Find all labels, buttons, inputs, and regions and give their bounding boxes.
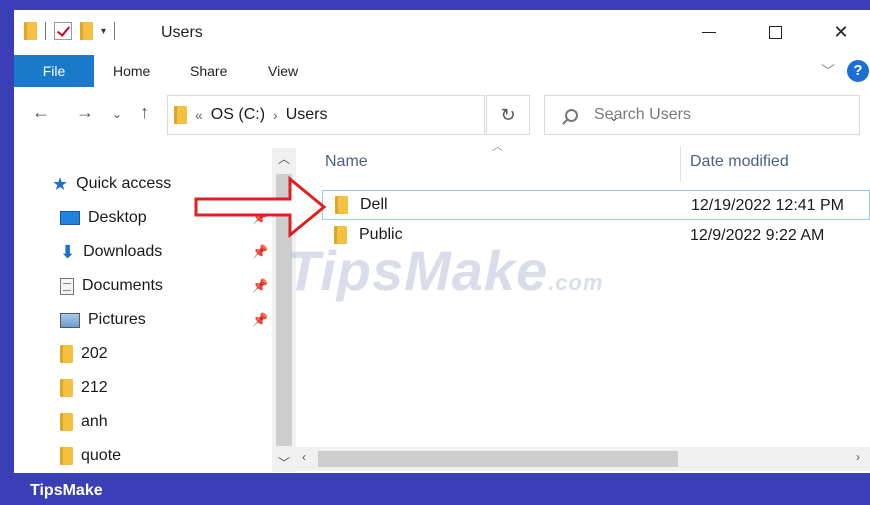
file-date: 12/9/2022 9:22 AM <box>690 227 825 244</box>
document-icon <box>60 277 74 295</box>
folder-icon <box>60 379 73 397</box>
breadcrumb-folder[interactable]: Users <box>286 106 328 124</box>
scrollbar-thumb[interactable] <box>318 451 678 467</box>
watermark: TipsMake.com <box>286 238 604 303</box>
recent-locations-icon[interactable]: ⌄ <box>112 107 122 121</box>
chevron-right-icon[interactable]: › <box>273 107 278 123</box>
sidebar-item-label: Quick access <box>76 175 172 192</box>
search-placeholder: Search Users <box>594 106 691 123</box>
search-input[interactable]: Search Users <box>544 95 860 135</box>
divider <box>45 22 46 40</box>
sidebar-item-label: 212 <box>81 379 108 396</box>
new-folder-icon[interactable] <box>80 22 93 40</box>
tab-home[interactable]: Home <box>113 55 150 87</box>
help-icon[interactable]: ? <box>847 60 869 82</box>
watermark-suffix: .com <box>548 270 604 295</box>
breadcrumb-overflow[interactable]: « <box>195 107 203 123</box>
sidebar-item-documents[interactable]: Documents <box>60 274 163 298</box>
scroll-up-icon[interactable]: ︿ <box>272 150 296 167</box>
sidebar-item-downloads[interactable]: ⬇ Downloads <box>60 240 162 264</box>
footer-brand: TipsMake <box>30 482 103 499</box>
refresh-icon: ↻ <box>500 104 516 125</box>
back-button[interactable]: ← <box>32 102 50 123</box>
minimize-button[interactable] <box>686 18 732 46</box>
folder-icon <box>24 22 37 40</box>
file-row-dell[interactable]: Dell 12/19/2022 12:41 PM <box>322 190 870 220</box>
sidebar-item-label: Documents <box>82 277 163 294</box>
title-bar: ▾ Users ✕ <box>14 10 870 55</box>
divider <box>114 22 116 40</box>
sort-ascending-icon: ︿ <box>492 141 503 153</box>
pin-icon[interactable]: 📌 <box>252 278 268 294</box>
sidebar-item-label: Pictures <box>88 311 146 328</box>
annotation-arrow-icon <box>194 175 327 239</box>
desktop-icon <box>60 211 80 225</box>
folder-icon <box>174 106 187 124</box>
sidebar-item-label: anh <box>81 413 108 430</box>
maximize-button[interactable] <box>752 18 798 46</box>
sidebar-item-pictures[interactable]: Pictures <box>60 308 146 332</box>
navigation-bar: ← → ⌄ ↑ « OS (C:) › Users ⌄ ↻ Search Use… <box>14 90 870 138</box>
minimize-icon <box>702 31 716 33</box>
column-header-date-modified[interactable]: Date modified <box>690 153 789 171</box>
sidebar-item-label: Desktop <box>88 209 147 226</box>
file-date: 12/19/2022 12:41 PM <box>691 197 845 214</box>
scroll-left-icon[interactable]: ‹ <box>302 450 306 464</box>
up-button[interactable]: ↑ <box>140 102 149 123</box>
sidebar-item-anh[interactable]: anh <box>60 410 108 434</box>
folder-icon <box>335 196 348 214</box>
explorer-window: ▾ Users ✕ File Home Share View ﹀ ? ← → ⌄… <box>14 10 870 473</box>
star-icon: ★ <box>52 173 69 194</box>
close-button[interactable]: ✕ <box>818 18 864 46</box>
refresh-button[interactable]: ↻ <box>486 95 530 135</box>
sidebar-item-212[interactable]: 212 <box>60 376 108 400</box>
quick-access-toolbar: ▾ <box>24 22 116 40</box>
forward-button[interactable]: → <box>76 102 94 123</box>
sidebar-item-202[interactable]: 202 <box>60 342 108 366</box>
search-icon <box>565 108 578 122</box>
column-divider[interactable] <box>680 146 681 182</box>
pictures-icon <box>60 312 80 328</box>
sidebar-item-quote[interactable]: quote <box>60 444 121 468</box>
scroll-down-icon[interactable]: ﹀ <box>272 454 296 471</box>
file-name: Dell <box>360 196 388 213</box>
expand-ribbon-icon[interactable]: ﹀ <box>821 61 835 81</box>
folder-icon <box>60 447 73 465</box>
sidebar-item-desktop[interactable]: Desktop <box>60 206 147 230</box>
folder-icon <box>60 345 73 363</box>
folder-icon <box>60 413 73 431</box>
window-title: Users <box>161 24 203 41</box>
properties-icon[interactable] <box>54 22 72 40</box>
scroll-right-icon[interactable]: › <box>856 450 860 464</box>
file-name-cell: Dell <box>335 196 388 214</box>
tab-share[interactable]: Share <box>190 55 227 87</box>
close-icon: ✕ <box>833 21 849 42</box>
tab-view[interactable]: View <box>268 55 298 87</box>
download-icon: ⬇ <box>60 241 76 262</box>
ribbon-tabs: File Home Share View ﹀ ? <box>14 55 870 87</box>
customize-toolbar-icon[interactable]: ▾ <box>101 26 106 37</box>
sidebar-item-label: 202 <box>81 345 108 362</box>
horizontal-scrollbar[interactable]: ‹ › <box>296 447 870 471</box>
sidebar-item-label: quote <box>81 447 122 464</box>
pin-icon[interactable]: 📌 <box>252 312 268 328</box>
breadcrumb-drive[interactable]: OS (C:) <box>211 106 265 124</box>
pin-icon[interactable]: 📌 <box>252 244 268 260</box>
image-frame: ▾ Users ✕ File Home Share View ﹀ ? ← → ⌄… <box>0 0 870 505</box>
column-header-name[interactable]: Name <box>325 153 368 171</box>
watermark-text: TipsMake <box>286 239 549 302</box>
address-bar[interactable]: « OS (C:) › Users ⌄ <box>167 95 619 135</box>
maximize-icon <box>768 25 782 39</box>
sidebar-item-label: Downloads <box>83 243 163 260</box>
tab-file[interactable]: File <box>14 55 94 87</box>
sidebar-item-quick-access[interactable]: ★ Quick access <box>52 172 171 196</box>
